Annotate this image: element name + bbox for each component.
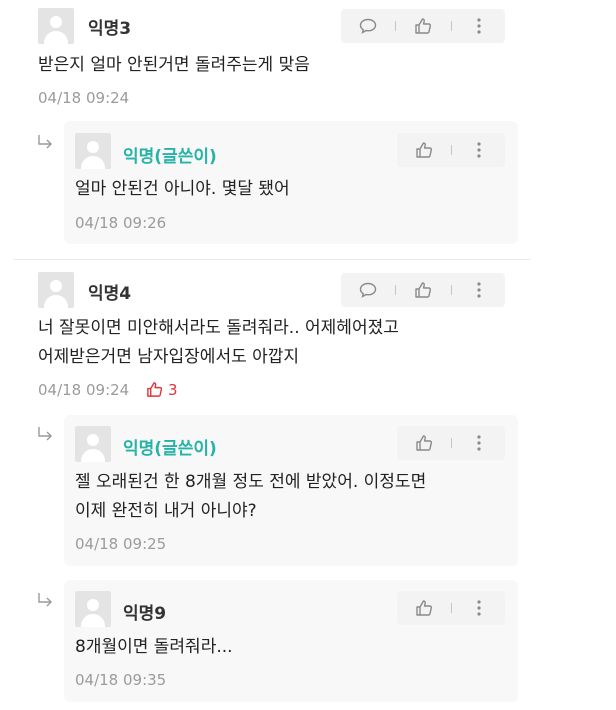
more-vertical-icon bbox=[477, 600, 481, 616]
avatar bbox=[75, 426, 111, 462]
like-button[interactable] bbox=[406, 133, 442, 167]
like-button[interactable] bbox=[405, 9, 441, 43]
reply-actions bbox=[397, 591, 505, 625]
thumbs-up-icon bbox=[416, 600, 433, 616]
more-vertical-icon bbox=[477, 435, 481, 451]
reply-comment-button[interactable] bbox=[350, 9, 386, 43]
thumbs-up-icon bbox=[415, 282, 432, 298]
thumbs-up-icon bbox=[416, 435, 433, 451]
reply-text-line-2: 이제 완전히 내거 아니야? bbox=[75, 501, 257, 521]
reply-timestamp: 04/18 09:25 bbox=[75, 535, 167, 553]
avatar bbox=[38, 8, 74, 44]
comment-author: 익명4 bbox=[88, 284, 132, 304]
comment-icon bbox=[359, 18, 377, 34]
like-count: 3 bbox=[168, 381, 178, 399]
reply-comment-button[interactable] bbox=[350, 273, 386, 307]
reply-arrow-icon bbox=[38, 135, 52, 149]
avatar bbox=[75, 133, 111, 169]
more-button[interactable] bbox=[461, 426, 497, 460]
more-vertical-icon bbox=[477, 282, 481, 298]
divider bbox=[14, 259, 530, 260]
thumbs-up-icon bbox=[415, 18, 432, 34]
reply-text: 얼마 안된건 아니야. 몇달 됐어 bbox=[75, 179, 290, 199]
reply-1-1: 익명(글쓴이) 얼마 안된건 아니야. 몇달 됐어 04/18 09:26 bbox=[64, 121, 518, 244]
reply-text-line-1: 젤 오래된건 한 8개월 정도 전에 받았어. 이정도면 bbox=[75, 472, 427, 492]
reply-text: 8개월이면 돌려줘라... bbox=[75, 637, 233, 657]
more-button[interactable] bbox=[461, 133, 497, 167]
more-button[interactable] bbox=[461, 273, 497, 307]
comment-actions bbox=[341, 9, 505, 43]
comment-text-line-1: 너 잘못이면 미안해서라도 돌려줘라.. 어제헤어졌고 bbox=[38, 318, 399, 338]
like-button[interactable] bbox=[405, 273, 441, 307]
reply-timestamp: 04/18 09:35 bbox=[75, 671, 167, 689]
comment-timestamp: 04/18 09:24 bbox=[38, 89, 130, 107]
comment-timestamp: 04/18 09:24 bbox=[38, 381, 130, 399]
reply-arrow-icon bbox=[38, 427, 52, 441]
reply-author: 익명9 bbox=[123, 604, 167, 624]
more-button[interactable] bbox=[461, 591, 497, 625]
reply-timestamp: 04/18 09:26 bbox=[75, 214, 167, 232]
avatar bbox=[75, 591, 111, 627]
more-vertical-icon bbox=[477, 142, 481, 158]
like-button[interactable] bbox=[406, 426, 442, 460]
reply-actions bbox=[397, 133, 505, 167]
like-button[interactable] bbox=[406, 591, 442, 625]
reply-author: 익명(글쓴이) bbox=[123, 439, 217, 459]
comment-text: 받은지 얼마 안된거면 돌려주는게 맞음 bbox=[38, 55, 310, 75]
thumbs-up-icon bbox=[416, 142, 433, 158]
reply-author: 익명(글쓴이) bbox=[123, 147, 217, 167]
more-vertical-icon bbox=[477, 18, 481, 34]
reply-arrow-icon bbox=[38, 593, 52, 607]
avatar bbox=[38, 272, 74, 308]
comment-author: 익명3 bbox=[88, 19, 132, 39]
comment-icon bbox=[359, 282, 377, 298]
comment-actions bbox=[341, 273, 505, 307]
comment-text-line-2: 어제받은거면 남자입장에서도 아깝지 bbox=[38, 347, 300, 367]
reply-actions bbox=[397, 426, 505, 460]
thumbs-up-icon bbox=[147, 382, 163, 397]
reply-2-1: 익명(글쓴이) 젤 오래된건 한 8개월 정도 전에 받았어. 이정도면 이제 … bbox=[64, 415, 518, 566]
reply-2-2: 익명9 8개월이면 돌려줘라... 04/18 09:35 bbox=[64, 580, 518, 702]
more-button[interactable] bbox=[461, 9, 497, 43]
